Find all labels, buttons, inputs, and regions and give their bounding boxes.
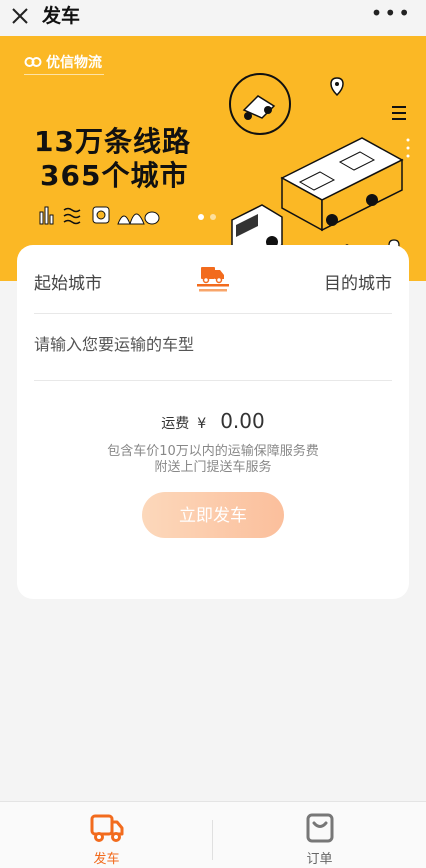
nav-bar: 发车 ••• [0, 0, 426, 36]
truck-icon [90, 814, 124, 842]
brand-logo: 优信物流 [24, 52, 102, 72]
bottom-tab-bar: 发车 订单 [0, 801, 426, 868]
tab-ship-label: 发车 [93, 852, 120, 867]
more-menu-icon[interactable]: ••• [371, 1, 412, 25]
divider [34, 380, 392, 381]
close-icon[interactable] [8, 4, 34, 30]
tab-orders[interactable]: 订单 [213, 802, 426, 868]
divider [34, 313, 392, 314]
ship-now-button[interactable]: 立即发车 [142, 492, 284, 538]
fee-amount: 0.00 [220, 409, 265, 433]
fee-note-pickup: 附送上门提送车服务 [154, 460, 272, 475]
tab-ship[interactable]: 发车 [0, 802, 213, 868]
fee-label: 运费 [161, 416, 190, 432]
truck-swap-icon[interactable] [195, 261, 231, 295]
start-city-selector[interactable]: 起始城市 [34, 269, 102, 294]
end-city-selector[interactable]: 目的城市 [324, 269, 392, 294]
shipping-form-card: 起始城市 目的城市 运费 ¥0.00 包含车价10万以内的运输保障服务费 附送上门… [17, 245, 409, 599]
brand-name: 优信物流 [46, 55, 102, 71]
banner-pagination [198, 214, 216, 220]
tab-orders-label: 订单 [306, 852, 333, 867]
banner-headline-line2: 365个城市 [40, 159, 189, 192]
brand-icon [24, 57, 42, 67]
pagination-dot-active[interactable] [198, 214, 204, 220]
fee-row: 运费 ¥0.00 [17, 409, 409, 433]
fee-note-insurance: 包含车价10万以内的运输保障服务费 [107, 444, 319, 459]
brand-divider [24, 74, 104, 75]
car-type-input[interactable] [34, 335, 384, 354]
pagination-dot[interactable] [210, 214, 216, 220]
shopping-bag-icon [306, 813, 334, 843]
banner-decor-icons [39, 206, 160, 225]
fee-currency: ¥ [197, 416, 207, 432]
page-title: 发车 [42, 5, 81, 27]
